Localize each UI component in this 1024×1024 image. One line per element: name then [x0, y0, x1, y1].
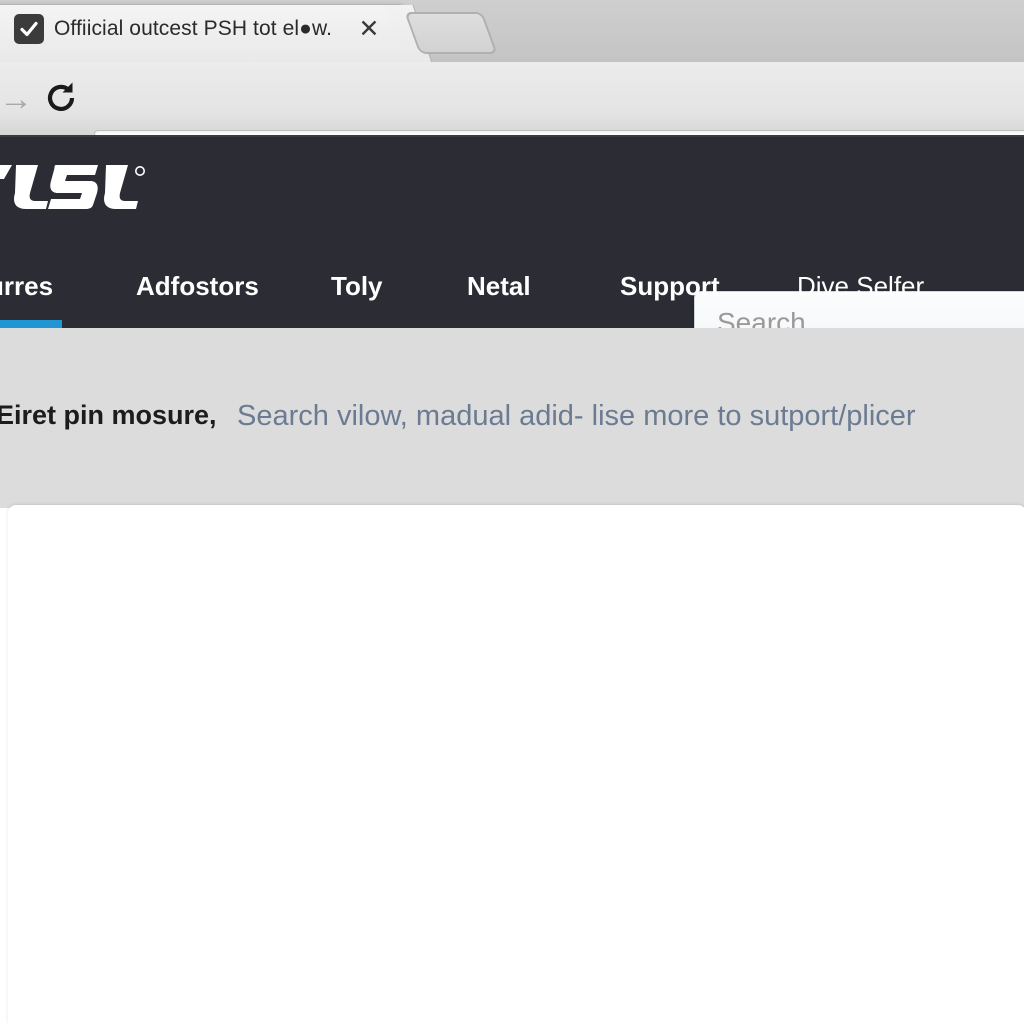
tab-strip: Offiicial outcest PSH tot el●w... ✕: [0, 0, 1024, 63]
active-nav-indicator: [0, 320, 62, 328]
main-navigation: urres Adfostors Toly Netal Support Dive …: [0, 258, 1024, 328]
close-icon[interactable]: ✕: [356, 16, 382, 42]
nav-item-0[interactable]: urres: [0, 258, 53, 328]
asus-logo[interactable]: [0, 157, 150, 219]
subhead-bar: Eiret pin mosure, Search vilow, madual a…: [0, 328, 1024, 508]
tab-title: Offiicial outcest PSH tot el●w...: [54, 17, 332, 40]
browser-toolbar: → Offcer, sug manuals.. hone to manual~: [0, 62, 1024, 185]
nav-item-4[interactable]: Support: [620, 258, 720, 328]
nav-item-2[interactable]: Toly: [331, 258, 383, 328]
new-tab-button[interactable]: [404, 12, 498, 54]
page-title: Eiret pin mosure,: [0, 400, 217, 430]
nav-item-3[interactable]: Netal: [467, 258, 531, 328]
checkmark-favicon-icon: [14, 14, 44, 44]
browser-chrome: Offiicial outcest PSH tot el●w... ✕ →: [0, 0, 1024, 185]
content-card: [8, 505, 1024, 1024]
reload-icon[interactable]: [42, 78, 82, 118]
nav-item-5[interactable]: Dive Selfer: [797, 258, 924, 328]
forward-arrow-icon[interactable]: →: [0, 80, 38, 118]
nav-item-1[interactable]: Adfostors: [136, 258, 259, 328]
browser-window: Offiicial outcest PSH tot el●w... ✕ → Se…: [0, 0, 1024, 1024]
subhead-link[interactable]: Search vilow, madual adid- lise more to …: [237, 400, 916, 433]
